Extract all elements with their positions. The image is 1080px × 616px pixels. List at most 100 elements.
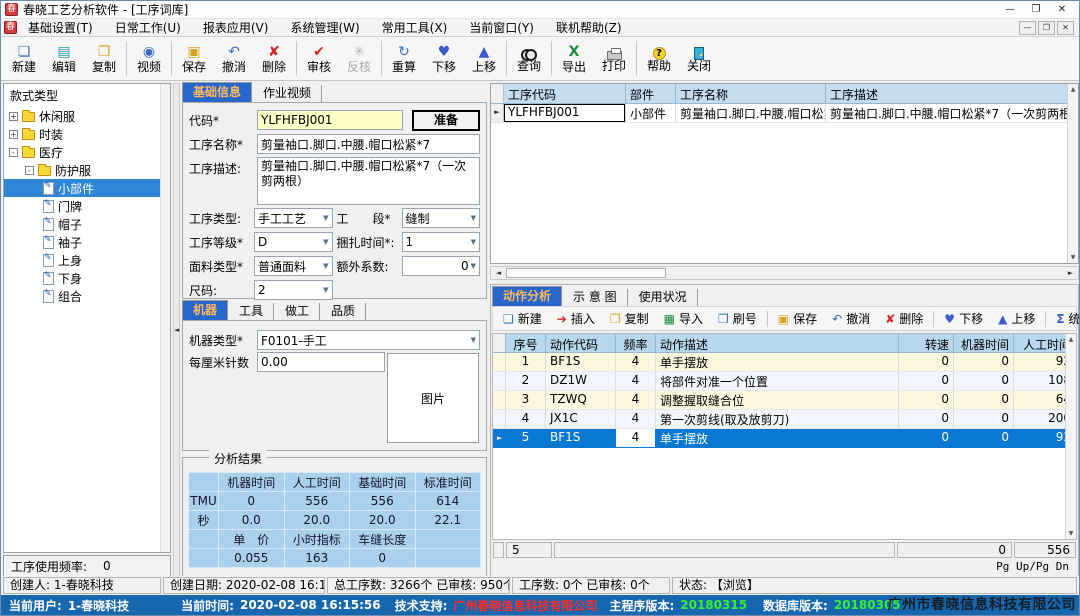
action-row[interactable]: 4 JX1C 4 第一次剪线(取及放剪刀) 0 0 200 [493, 410, 1076, 429]
action-row[interactable]: 3 TZWQ 4 调整握取缝合位 0 0 64 [493, 391, 1076, 410]
stitch-count-input[interactable] [257, 352, 385, 372]
col-machine-time[interactable]: 机器时间 [954, 334, 1014, 352]
grade-select[interactable]: D▼ [254, 232, 333, 252]
menu-common-tools[interactable]: 常用工具(X) [371, 19, 459, 37]
scroll-left-icon[interactable]: ◄ [492, 269, 505, 277]
action-stats-button[interactable]: Σ统计 [1049, 308, 1080, 329]
size-select[interactable]: 2▼ [254, 280, 333, 300]
tab-action-analysis[interactable]: 动作分析 [492, 286, 562, 306]
action-save-button[interactable]: ▣保存 [771, 308, 824, 329]
process-type-select[interactable]: 手工工艺▼ [254, 208, 333, 228]
scroll-up-icon[interactable]: ▲ [1069, 336, 1074, 343]
export-button[interactable]: X导出 [554, 38, 594, 79]
tree-item-casual[interactable]: +休闲服 [4, 107, 170, 125]
process-row[interactable]: ► YLFHFBJ001 小部件 剪量袖口.脚口.中腰.帽口松紧*7 剪量袖口.… [491, 104, 1078, 123]
tree-item-sleeve[interactable]: 袖子 [4, 233, 170, 251]
menu-reports[interactable]: 报表应用(V) [192, 19, 280, 37]
col-process-name[interactable]: 工序名称 [676, 84, 826, 103]
menu-help[interactable]: 联机帮助(Z) [545, 19, 633, 37]
action-grid-vscrollbar[interactable]: ▲ ▼ [1065, 334, 1076, 539]
col-process-code[interactable]: 工序代码 [504, 84, 626, 103]
action-new-button[interactable]: ❏新建 [496, 308, 549, 329]
tree-item-upper-body[interactable]: 上身 [4, 251, 170, 269]
video-button[interactable]: ◉视频 [129, 38, 169, 79]
hscroll-thumb[interactable] [506, 268, 666, 278]
code-input[interactable] [257, 110, 403, 130]
tree-item-door-plate[interactable]: 门牌 [4, 197, 170, 215]
action-move-up-button[interactable]: ▲上移 [991, 308, 1042, 329]
action-import-button[interactable]: ▦导入 [657, 308, 710, 329]
action-move-down-button[interactable]: ♥下移 [937, 308, 990, 329]
action-insert-button[interactable]: ➔插入 [550, 308, 602, 329]
recalc-button[interactable]: ↻重算 [384, 38, 424, 79]
tab-workmanship[interactable]: 做工 [275, 303, 320, 320]
tab-basic-info[interactable]: 基础信息 [182, 82, 252, 102]
tree-item-fashion[interactable]: +时装 [4, 125, 170, 143]
action-renumber-button[interactable]: ❒刷号 [711, 308, 764, 329]
undo-button[interactable]: ↶撤消 [214, 38, 254, 79]
stage-select[interactable]: 缝制▼ [402, 208, 481, 228]
machine-type-select[interactable]: F0101-手工▼ [257, 330, 480, 350]
move-down-button[interactable]: ♥下移 [424, 38, 464, 79]
action-row[interactable]: 2 DZ1W 4 将部件对准一个位置 0 0 108 [493, 372, 1076, 391]
scroll-down-icon[interactable]: ▼ [1069, 530, 1074, 537]
search-button[interactable]: 查询 [509, 38, 549, 79]
close-button[interactable]: ✕ [1049, 2, 1075, 18]
action-row-selected[interactable]: ► 5 BF1S 4 单手摆放 0 0 92 [493, 429, 1076, 448]
tree-item-protective-suit[interactable]: -防护服 [4, 161, 170, 179]
tree-item-lower-body[interactable]: 下身 [4, 269, 170, 287]
extra-factor-select[interactable]: 0▼ [402, 256, 481, 276]
mdi-restore-button[interactable]: ❐ [1038, 21, 1055, 35]
mdi-close-button[interactable]: ✕ [1057, 21, 1074, 35]
action-undo-button[interactable]: ↶撤消 [825, 308, 877, 329]
delete-button[interactable]: ✘删除 [254, 38, 294, 79]
expand-minus-icon[interactable]: - [25, 166, 34, 175]
expand-minus-icon[interactable]: - [9, 148, 18, 157]
tab-machine[interactable]: 机器 [182, 300, 228, 320]
process-grid-hscrollbar[interactable]: ◄ ► [490, 266, 1079, 280]
restore-button[interactable]: ❐ [1023, 2, 1049, 18]
action-copy-button[interactable]: ❐复制 [603, 308, 656, 329]
move-up-button[interactable]: ▲上移 [464, 38, 504, 79]
action-row[interactable]: 1 BF1S 4 单手摆放 0 0 92 [493, 353, 1076, 372]
menu-system-admin[interactable]: 系统管理(W) [279, 19, 370, 37]
audit-button[interactable]: ✔审核 [299, 38, 339, 79]
process-name-input[interactable] [257, 134, 480, 154]
prepare-button[interactable]: 准备 [412, 110, 480, 131]
close-window-button[interactable]: 关闭 [679, 38, 719, 79]
tree-item-medical[interactable]: -医疗 [4, 143, 170, 161]
expand-plus-icon[interactable]: + [9, 112, 18, 121]
tree-scrollbar[interactable] [160, 84, 170, 552]
help-button[interactable]: ?帮助 [639, 38, 679, 79]
col-process-desc[interactable]: 工序描述 [826, 84, 1078, 103]
col-action-desc[interactable]: 动作描述 [656, 334, 899, 352]
copy-button[interactable]: ❐复制 [84, 38, 124, 79]
minimize-button[interactable]: — [997, 2, 1023, 18]
tab-work-video[interactable]: 作业视频 [253, 85, 322, 102]
col-frequency[interactable]: 频率 [616, 334, 656, 352]
bind-time-select[interactable]: 1▼ [402, 232, 481, 252]
image-placeholder-box[interactable]: 图片 [387, 353, 479, 443]
tab-quality[interactable]: 品质 [321, 303, 366, 320]
menu-basic-settings[interactable]: 基础设置(T) [17, 19, 104, 37]
col-seq[interactable]: 序号 [506, 334, 546, 352]
tab-tool[interactable]: 工具 [229, 303, 274, 320]
scroll-down-icon[interactable]: ▼ [1071, 254, 1076, 261]
scroll-right-icon[interactable]: ► [1064, 269, 1077, 277]
expand-plus-icon[interactable]: + [9, 130, 18, 139]
tab-schematic[interactable]: 示 意 图 [563, 289, 628, 306]
tree-item-combination[interactable]: 组合 [4, 287, 170, 305]
mdi-minimize-button[interactable]: — [1019, 21, 1036, 35]
col-speed[interactable]: 转速 [899, 334, 954, 352]
tree-item-small-parts[interactable]: 小部件 [4, 179, 170, 197]
new-button[interactable]: ❏新建 [4, 38, 44, 79]
process-grid-vscrollbar[interactable]: ▲ ▼ [1067, 84, 1078, 263]
print-button[interactable]: 打印 [594, 38, 634, 79]
save-button[interactable]: ▣保存 [174, 38, 214, 79]
col-part[interactable]: 部件 [626, 84, 676, 103]
edit-button[interactable]: ▤编辑 [44, 38, 84, 79]
tree-item-hat[interactable]: 帽子 [4, 215, 170, 233]
menu-current-window[interactable]: 当前窗口(Y) [458, 19, 545, 37]
fabric-type-select[interactable]: 普通面料▼ [254, 256, 333, 276]
col-action-code[interactable]: 动作代码 [546, 334, 616, 352]
